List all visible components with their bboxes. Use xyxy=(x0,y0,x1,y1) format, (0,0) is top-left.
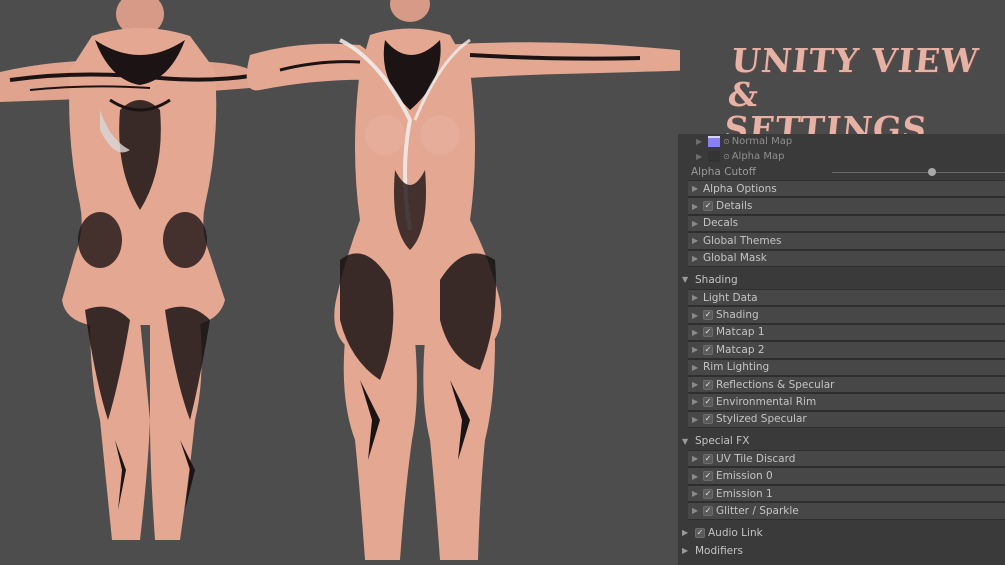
alpha-cutoff-row: Alpha Cutoff xyxy=(678,164,1005,180)
foldout-label: Light Data xyxy=(703,291,758,304)
foldout-global-themes[interactable]: ▶ Global Themes xyxy=(688,232,1005,250)
foldout-label: Details xyxy=(716,200,753,213)
scene-viewport[interactable] xyxy=(0,0,680,565)
foldout-label: Glitter / Sparkle xyxy=(716,504,799,517)
foldout-environmental-rim[interactable]: ▶ ✓ Environmental Rim xyxy=(688,393,1005,411)
alpha-cutoff-slider-handle[interactable] xyxy=(928,168,937,176)
foldout-label: Alpha Options xyxy=(703,182,777,195)
arrow-right-icon: ▶ xyxy=(692,201,699,211)
texture-slot-alpha-map[interactable]: ▶ ⊙ Alpha Map xyxy=(678,149,1005,164)
foldout-glitter-sparkle[interactable]: ▶ ✓ Glitter / Sparkle xyxy=(688,502,1005,520)
foldout-matcap-1[interactable]: ▶ ✓ Matcap 1 xyxy=(688,323,1005,342)
arrow-right-icon: ▶ xyxy=(692,362,699,372)
arrow-down-icon: ▼ xyxy=(682,275,689,285)
foldout-matcap-2[interactable]: ▶ ✓ Matcap 2 xyxy=(688,341,1005,359)
arrow-right-icon: ▶ xyxy=(692,310,699,320)
arrow-right-icon: ▶ xyxy=(692,253,699,263)
arrow-right-icon: ▶ xyxy=(692,380,699,390)
foldout-label: UV Tile Discard xyxy=(716,452,796,465)
arrow-right-icon: ▶ xyxy=(692,236,699,246)
section-special-fx[interactable]: ▼ Special FX xyxy=(678,432,1005,451)
arrow-right-icon[interactable]: ▶ xyxy=(696,152,708,161)
reflections-toggle[interactable]: ✓ xyxy=(703,379,713,390)
matcap-2-toggle[interactable]: ✓ xyxy=(703,344,713,355)
arrow-right-icon: ▶ xyxy=(692,471,699,481)
title-line-1: Unity View & xyxy=(726,41,981,114)
arrow-right-icon: ▶ xyxy=(682,546,689,556)
section-audio-link[interactable]: ▶ ✓ Audio Link xyxy=(678,523,1005,542)
emission-1-toggle[interactable]: ✓ xyxy=(703,488,713,499)
foldout-label: Decals xyxy=(703,217,739,230)
arrow-right-icon: ▶ xyxy=(692,218,699,228)
foldout-emission-1[interactable]: ▶ ✓ Emission 1 xyxy=(688,484,1005,503)
foldout-stylized-specular[interactable]: ▶ ✓ Stylized Specular xyxy=(688,410,1005,429)
alpha-map-thumbnail[interactable] xyxy=(708,151,720,162)
avatar-back-view xyxy=(0,0,251,540)
foldout-label: Environmental Rim xyxy=(716,395,817,408)
foldout-label: Shading xyxy=(716,309,759,322)
foldout-label: Emission 1 xyxy=(716,487,773,500)
glitter-sparkle-toggle[interactable]: ✓ xyxy=(703,505,713,516)
arrow-right-icon: ▶ xyxy=(692,345,699,355)
foldout-global-mask[interactable]: ▶ Global Mask xyxy=(688,249,1005,267)
section-label: Shading xyxy=(695,273,738,286)
foldout-shading[interactable]: ▶ ✓ Shading xyxy=(688,306,1005,324)
arrow-right-icon: ▶ xyxy=(692,184,699,194)
shading-toggle[interactable]: ✓ xyxy=(703,310,713,321)
stylized-specular-toggle[interactable]: ✓ xyxy=(703,414,713,425)
arrow-right-icon: ▶ xyxy=(692,327,699,337)
foldout-label: Stylized Specular xyxy=(716,413,807,426)
page-title: Unity View & Settings xyxy=(722,41,1004,148)
section-modifiers[interactable]: ▶ Modifiers xyxy=(678,541,1005,560)
arrow-right-icon: ▶ xyxy=(692,293,699,303)
environmental-rim-toggle[interactable]: ✓ xyxy=(703,396,713,407)
emission-0-toggle[interactable]: ✓ xyxy=(703,471,713,482)
foldout-uv-tile-discard[interactable]: ▶ ✓ UV Tile Discard xyxy=(688,450,1005,468)
texture-slot-normal-map[interactable]: ▶ ⊙ Normal Map xyxy=(678,134,1005,149)
arrow-right-icon: ▶ xyxy=(692,506,699,516)
arrow-right-icon: ▶ xyxy=(682,528,689,538)
section-label: Audio Link xyxy=(708,526,763,539)
foldout-alpha-options[interactable]: ▶ Alpha Options xyxy=(688,180,1005,198)
shader-inspector-panel: ▶ ⊙ Normal Map ▶ ⊙ Alpha Map Alpha Cutof… xyxy=(678,134,1005,565)
audio-link-toggle[interactable]: ✓ xyxy=(695,527,705,538)
foldout-label: Rim Lighting xyxy=(703,361,770,374)
arrow-down-icon: ▼ xyxy=(682,436,689,446)
foldout-light-data[interactable]: ▶ Light Data xyxy=(688,288,1005,307)
foldout-label: Reflections & Specular xyxy=(716,378,835,391)
arrow-right-icon: ▶ xyxy=(692,454,699,464)
arrow-right-icon: ▶ xyxy=(692,489,699,499)
foldout-decals[interactable]: ▶ Decals xyxy=(688,214,1005,233)
target-icon[interactable]: ⊙ xyxy=(723,137,730,146)
section-label: Modifiers xyxy=(695,544,743,557)
target-icon[interactable]: ⊙ xyxy=(723,152,730,161)
foldout-label: Matcap 1 xyxy=(716,326,765,339)
alpha-cutoff-label: Alpha Cutoff xyxy=(691,166,756,178)
foldout-rim-lighting[interactable]: ▶ Rim Lighting xyxy=(688,358,1005,376)
section-shading[interactable]: ▼ Shading xyxy=(678,270,1005,289)
arrow-right-icon: ▶ xyxy=(692,397,699,407)
texture-label: Alpha Map xyxy=(731,151,785,162)
avatar-preview xyxy=(0,0,680,560)
arrow-right-icon[interactable]: ▶ xyxy=(696,137,708,146)
foldout-label: Matcap 2 xyxy=(716,343,765,356)
matcap-1-toggle[interactable]: ✓ xyxy=(703,327,713,338)
texture-label: Normal Map xyxy=(731,136,793,147)
uv-tile-discard-toggle[interactable]: ✓ xyxy=(703,453,713,464)
foldout-label: Global Themes xyxy=(703,234,782,247)
avatar-front-view xyxy=(246,0,680,560)
foldout-label: Global Mask xyxy=(703,252,767,265)
details-toggle[interactable]: ✓ xyxy=(703,201,713,212)
alpha-cutoff-slider[interactable] xyxy=(832,172,1005,173)
foldout-label: Emission 0 xyxy=(716,470,773,483)
foldout-emission-0[interactable]: ▶ ✓ Emission 0 xyxy=(688,467,1005,485)
normal-map-thumbnail[interactable] xyxy=(708,136,720,147)
foldout-reflections-specular[interactable]: ▶ ✓ Reflections & Specular xyxy=(688,375,1005,394)
foldout-details[interactable]: ▶ ✓ Details xyxy=(688,197,1005,215)
section-label: Special FX xyxy=(695,435,750,448)
arrow-right-icon: ▶ xyxy=(692,414,699,424)
